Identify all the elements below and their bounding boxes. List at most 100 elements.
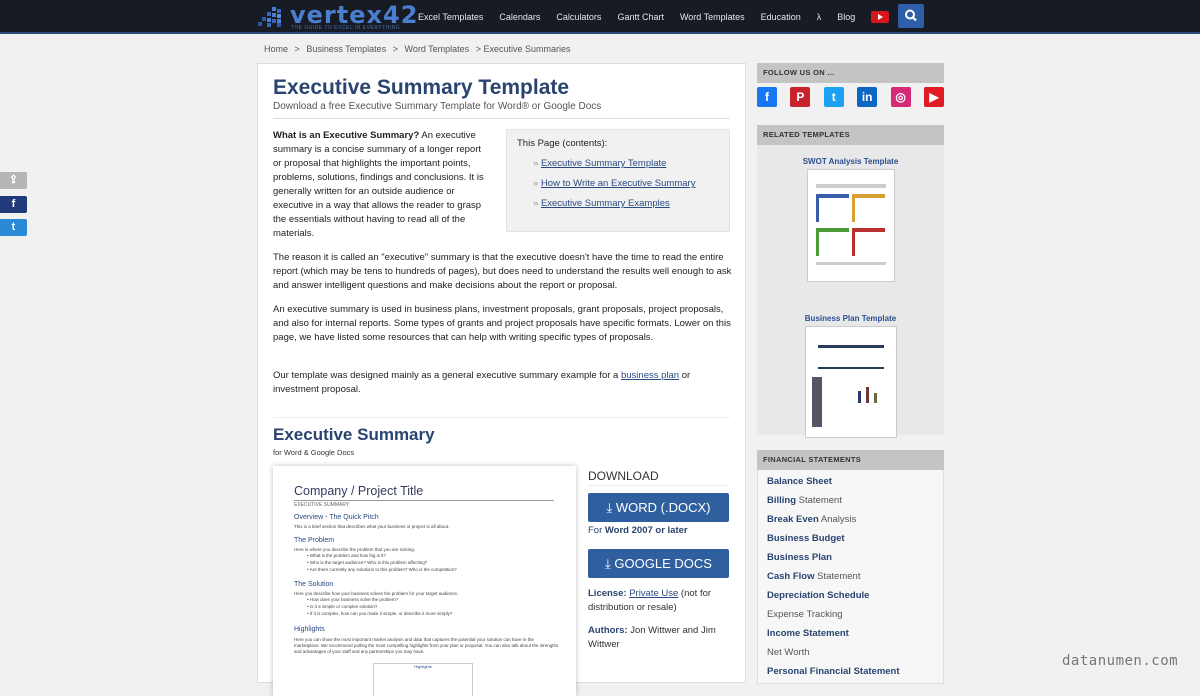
swot-preview-graphic bbox=[816, 184, 886, 265]
nav-education[interactable]: Education bbox=[753, 0, 809, 34]
financial-statement-link[interactable]: Personal Financial Statement bbox=[767, 662, 934, 681]
toc-item: » Executive Summary Examples bbox=[533, 198, 670, 209]
page-subtitle: Download a free Executive Summary Templa… bbox=[273, 101, 602, 112]
financial-statement-link[interactable]: Business Budget bbox=[767, 529, 934, 548]
financial-statement-link[interactable]: Balance Sheet bbox=[767, 472, 934, 491]
toc-link-how-to[interactable]: How to Write an Executive Summary bbox=[541, 178, 696, 189]
related-business-plan-link[interactable]: Business Plan Template bbox=[757, 314, 944, 323]
preview-bullet: • Who is the target audience? Who is thi… bbox=[307, 560, 428, 565]
financial-statement-link[interactable]: Expense Tracking bbox=[767, 605, 934, 624]
link-bold: Business Budget bbox=[767, 533, 845, 544]
link-rest: Expense Tracking bbox=[767, 609, 843, 620]
financial-statement-link[interactable]: Billing Statement bbox=[767, 491, 934, 510]
preview-heading: The Problem bbox=[294, 537, 335, 544]
breadcrumb: Home > Business Templates > Word Templat… bbox=[264, 44, 575, 54]
financial-statement-link[interactable]: Depreciation Schedule bbox=[767, 586, 934, 605]
divider bbox=[273, 417, 730, 418]
license-link[interactable]: Private Use bbox=[629, 588, 678, 599]
facebook-icon[interactable]: f bbox=[757, 87, 777, 107]
bullet-text: If it is complex, how can you make it si… bbox=[309, 611, 453, 616]
youtube-icon[interactable]: ▶ bbox=[923, 87, 944, 107]
breadcrumb-business-templates[interactable]: Business Templates bbox=[306, 44, 386, 54]
financial-statements-list: Balance Sheet Billing Statement Break Even… bbox=[757, 470, 944, 684]
financial-statement-link[interactable]: Break Even Analysis bbox=[767, 510, 934, 529]
para-text: Our template was designed mainly as a ge… bbox=[273, 370, 621, 381]
watermark: datanumen.com bbox=[1062, 653, 1179, 669]
toc-link-examples[interactable]: Executive Summary Examples bbox=[541, 198, 670, 209]
paragraph-usage: An executive summary is used in business… bbox=[273, 304, 731, 343]
word-version-note: For Word 2007 or later bbox=[588, 525, 688, 536]
instagram-icon[interactable]: ◎ bbox=[890, 87, 911, 107]
paragraph-reason: The reason it is called an "executive" s… bbox=[273, 252, 732, 291]
main-nav: Excel Templates Calendars Calculators Ga… bbox=[410, 0, 897, 34]
related-heading: RELATED TEMPLATES bbox=[757, 125, 944, 145]
financial-statement-link[interactable]: Income Statement bbox=[767, 624, 934, 643]
logo-tagline: THE GUIDE TO EXCEL IN EVERYTHING bbox=[291, 25, 401, 31]
main-content: Executive Summary Template Download a fr… bbox=[257, 63, 746, 696]
preview-heading: Highlights bbox=[294, 626, 325, 633]
breadcrumb-current: > Executive Summaries bbox=[475, 44, 571, 54]
financial-statement-link[interactable]: Cash Flow Statement bbox=[767, 567, 934, 586]
divider bbox=[273, 118, 730, 119]
preview-chart: Highlights bbox=[373, 663, 473, 696]
license-info: License: Private Use (not for distributi… bbox=[588, 587, 733, 615]
link-bold: Balance Sheet bbox=[767, 476, 832, 487]
link-bold: Billing bbox=[767, 495, 797, 506]
word-version: Word 2007 or later bbox=[604, 525, 688, 536]
chart-label: Highlights bbox=[414, 664, 432, 669]
preview-bullet: • How does your business solve the probl… bbox=[307, 597, 399, 602]
template-preview[interactable]: Company / Project Title EXECUTIVE SUMMAR… bbox=[273, 466, 576, 696]
business-plan-thumbnail[interactable] bbox=[805, 326, 897, 438]
preview-title: Company / Project Title bbox=[294, 484, 424, 498]
breadcrumb-word-templates[interactable]: Word Templates bbox=[404, 44, 469, 54]
bullet-text: Is it a simple or complex solution? bbox=[309, 604, 378, 609]
linkedin-icon[interactable]: in bbox=[857, 87, 878, 107]
financial-statements-heading: FINANCIAL STATEMENTS bbox=[757, 450, 944, 470]
swot-thumbnail[interactable] bbox=[807, 169, 895, 282]
intro-bold: What is an Executive Summary? bbox=[273, 130, 420, 141]
financial-statements-section: FINANCIAL STATEMENTS Balance Sheet Billin… bbox=[757, 450, 944, 684]
download-word-button[interactable]: ⤓ WORD (.DOCX) bbox=[588, 493, 729, 522]
link-bold: Income Statement bbox=[767, 628, 849, 639]
toc-link-template[interactable]: Executive Summary Template bbox=[541, 158, 667, 169]
nav-calendars[interactable]: Calendars bbox=[491, 0, 548, 34]
intro-text: An executive summary is a concise summar… bbox=[273, 130, 484, 239]
nav-excel-templates[interactable]: Excel Templates bbox=[410, 0, 491, 34]
link-bold: Depreciation Schedule bbox=[767, 590, 870, 601]
follow-us-heading: FOLLOW US ON ... bbox=[757, 63, 944, 83]
download-label: DOWNLOAD bbox=[588, 469, 659, 483]
business-plan-link[interactable]: business plan bbox=[621, 370, 679, 381]
breadcrumb-sep: > bbox=[294, 44, 300, 54]
for-prefix: For bbox=[588, 525, 605, 536]
twitter-share-icon[interactable]: t bbox=[0, 219, 27, 236]
page-title: Executive Summary Template bbox=[273, 76, 570, 99]
bullet-text: Who is the target audience? Who is this … bbox=[309, 560, 428, 565]
preview-bullet: • Is it a simple or complex solution? bbox=[307, 604, 378, 609]
section-title: Executive Summary bbox=[273, 425, 435, 444]
nav-blog[interactable]: Blog bbox=[829, 0, 863, 34]
financial-statement-link[interactable]: Business Plan bbox=[767, 548, 934, 567]
nav-gantt-chart[interactable]: Gantt Chart bbox=[609, 0, 672, 34]
link-rest: Statement bbox=[796, 495, 842, 506]
youtube-icon[interactable] bbox=[871, 11, 890, 23]
toc-title: This Page (contents): bbox=[517, 138, 608, 149]
vertex42-logo[interactable]: vertex42 THE GUIDE TO EXCEL IN EVERYTHIN… bbox=[258, 1, 417, 31]
toc-item: » Executive Summary Template bbox=[533, 158, 667, 169]
download-google-docs-button[interactable]: ⤓ GOOGLE DOCS bbox=[588, 549, 729, 578]
link-bold: Break Even bbox=[767, 514, 819, 525]
search-button[interactable] bbox=[898, 4, 924, 28]
breadcrumb-home[interactable]: Home bbox=[264, 44, 288, 54]
related-list: SWOT Analysis Template Business Plan Tem… bbox=[757, 145, 944, 438]
nav-word-templates[interactable]: Word Templates bbox=[672, 0, 753, 34]
nav-lambda[interactable]: λ bbox=[809, 0, 830, 34]
twitter-icon[interactable]: t bbox=[823, 87, 844, 107]
related-swot-link[interactable]: SWOT Analysis Template bbox=[757, 157, 944, 166]
share-icon[interactable]: ⇪ bbox=[0, 172, 27, 189]
pinterest-icon[interactable]: P bbox=[790, 87, 811, 107]
nav-calculators[interactable]: Calculators bbox=[548, 0, 609, 34]
intro-paragraph: What is an Executive Summary? An executi… bbox=[273, 129, 488, 241]
preview-divider bbox=[294, 500, 554, 501]
facebook-share-icon[interactable]: f bbox=[0, 196, 27, 213]
logo-mark-icon bbox=[258, 7, 281, 27]
financial-statement-link[interactable]: Net Worth bbox=[767, 643, 934, 662]
